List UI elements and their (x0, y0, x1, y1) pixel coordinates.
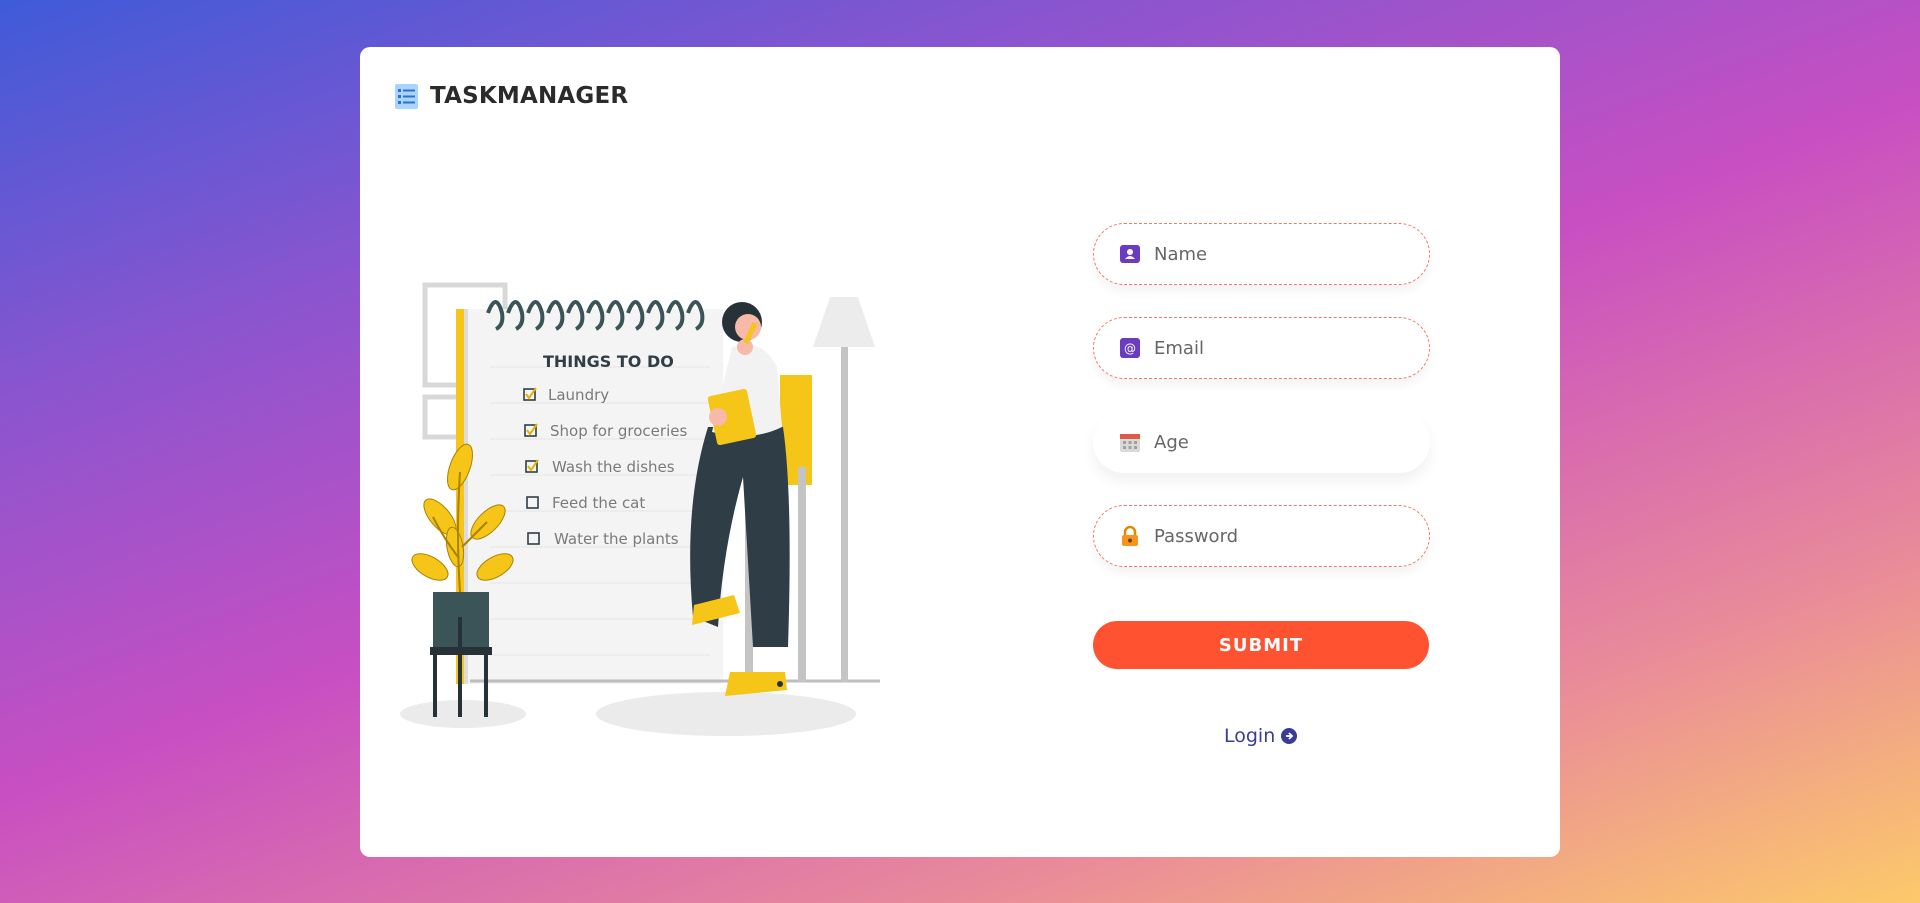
list-icon (395, 83, 418, 109)
todo-item-plants: Water the plants (554, 530, 679, 548)
email-input[interactable] (1154, 337, 1414, 359)
todo-item-groceries: Shop for groceries (550, 422, 687, 440)
svg-text:@: @ (1124, 342, 1136, 356)
signup-card: TASKMANAGER THINGS TO DO Laundry Shop fo… (360, 47, 1560, 857)
age-field[interactable] (1093, 411, 1430, 473)
todo-item-cat: Feed the cat (552, 494, 645, 512)
signup-form: @ (1093, 223, 1430, 669)
submit-button[interactable]: SUBMIT (1093, 621, 1429, 669)
login-label: Login (1224, 725, 1276, 747)
email-field[interactable]: @ (1093, 317, 1430, 379)
brand: TASKMANAGER (395, 83, 628, 109)
password-field[interactable] (1093, 505, 1430, 567)
brand-title: TASKMANAGER (430, 83, 629, 109)
age-input[interactable] (1154, 431, 1414, 453)
todo-item-laundry: Laundry (548, 386, 609, 404)
lock-icon (1120, 526, 1140, 546)
user-card-icon (1120, 244, 1140, 264)
calendar-icon (1120, 432, 1140, 452)
at-sign-icon: @ (1120, 338, 1140, 358)
todo-illustration: THINGS TO DO Laundry Shop for groceries … (400, 227, 920, 747)
todo-heading: THINGS TO DO (543, 352, 674, 371)
arrow-right-circle-icon (1281, 728, 1298, 744)
login-link[interactable]: Login (1224, 725, 1298, 747)
todo-item-dishes: Wash the dishes (552, 458, 675, 476)
name-input[interactable] (1154, 243, 1414, 265)
name-field[interactable] (1093, 223, 1430, 285)
password-input[interactable] (1154, 525, 1414, 547)
